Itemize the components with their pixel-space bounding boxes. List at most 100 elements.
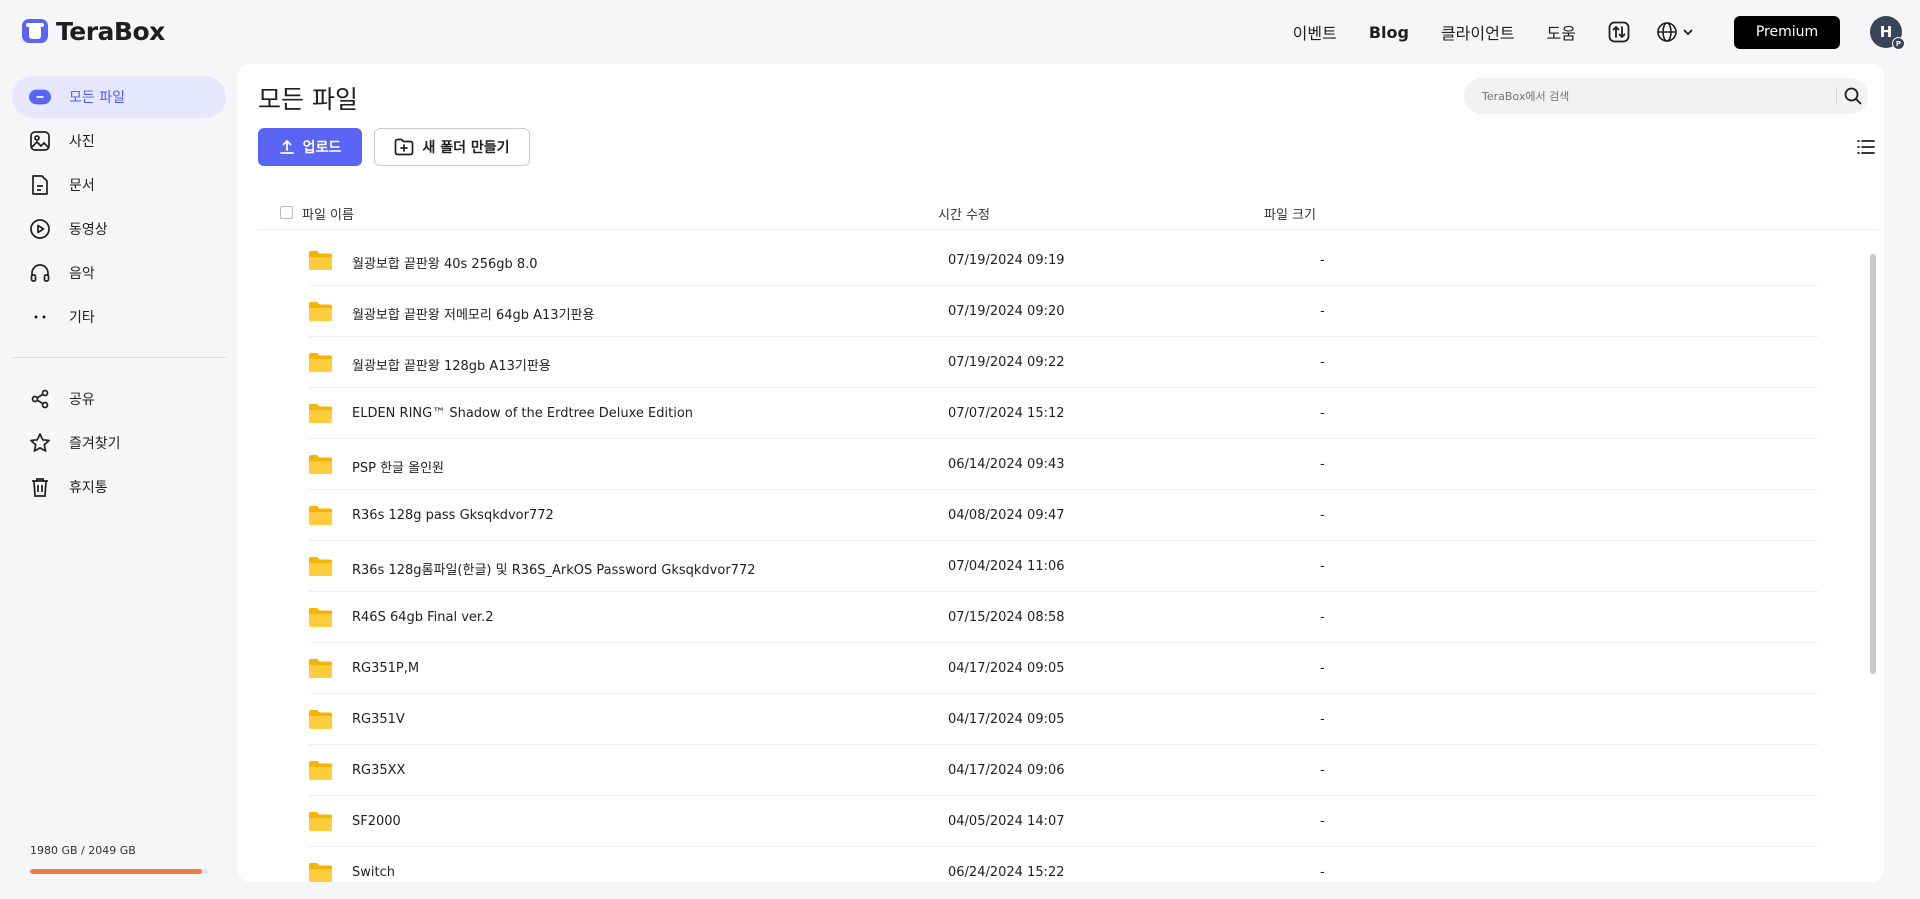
file-row[interactable]: SF2000 04/05/2024 14:07 - [308,796,1818,847]
star-icon [29,432,51,454]
nav-help[interactable]: 도움 [1547,20,1576,44]
trash-icon [29,476,51,498]
storage-quota-bar [30,869,208,874]
file-name[interactable]: ELDEN RING™ Shadow of the Erdtree Deluxe… [352,406,693,421]
sidebar-item-photos[interactable]: 사진 [12,120,226,162]
upload-icon [279,140,294,154]
file-name[interactable]: 월광보합 끝판왕 40s 256gb 8.0 [352,253,538,272]
list-view-icon[interactable] [1856,137,1876,157]
language-globe-icon[interactable] [1656,21,1694,43]
file-size: - [1320,610,1325,625]
search-icon[interactable] [1844,87,1862,105]
premium-button[interactable]: Premium [1734,15,1840,49]
file-row[interactable]: 월광보합 끝판왕 128gb A13기판용 07/19/2024 09:22 - [308,337,1818,388]
file-modified-time: 07/19/2024 09:20 [948,304,1065,319]
sidebar-item-label: 사진 [69,134,95,150]
file-name[interactable]: RG35XX [352,763,405,778]
file-modified-time: 07/19/2024 09:22 [948,355,1065,370]
all-files-icon [29,86,51,108]
main-panel: 모든 파일 업로드 새 폴더 만들기 파일 이름 시간 수정 파일 크기 월광보… [238,64,1884,882]
sidebar-item-label: 기타 [69,310,95,326]
file-name[interactable]: R36s 128g롬파일(한글) 및 R36S_ArkOS Password G… [352,559,756,578]
page-title: 모든 파일 [258,85,358,114]
file-name[interactable]: R46S 64gb Final ver.2 [352,610,493,625]
nav-event[interactable]: 이벤트 [1293,20,1337,44]
file-size: - [1320,814,1325,829]
file-row[interactable]: 월광보합 끝판왕 저메모리 64gb A13기판용 07/19/2024 09:2… [308,286,1818,337]
upload-label: 업로드 [302,140,342,156]
file-size: - [1320,712,1325,727]
file-name[interactable]: RG351V [352,712,405,727]
file-name[interactable]: PSP 한글 올인원 [352,457,444,476]
file-size: - [1320,763,1325,778]
terabox-logo-icon [22,19,48,43]
file-size: - [1320,406,1325,421]
storage-quota-fill [30,869,202,874]
sidebar-item-share[interactable]: 공유 [12,378,226,420]
nav-client[interactable]: 클라이언트 [1441,20,1515,44]
search-box[interactable] [1464,78,1868,114]
folder-icon [309,659,332,678]
file-modified-time: 06/24/2024 15:22 [948,865,1065,880]
file-row[interactable]: R36s 128g롬파일(한글) 및 R36S_ArkOS Password G… [308,541,1818,592]
file-size: - [1320,253,1325,268]
sidebar-item-documents[interactable]: 문서 [12,164,226,206]
chevron-down-icon [1683,29,1693,36]
file-modified-time: 07/15/2024 08:58 [948,610,1065,625]
file-row[interactable]: RG35XX 04/17/2024 09:06 - [308,745,1818,796]
sidebar-item-music[interactable]: 음악 [12,252,226,294]
file-row[interactable]: Switch 06/24/2024 15:22 - [308,847,1818,882]
search-input[interactable] [1482,78,1822,114]
folder-icon [309,608,332,627]
sidebar-item-other[interactable]: 기타 [12,296,226,338]
sidebar-item-trash[interactable]: 휴지통 [12,466,226,508]
file-row[interactable]: R46S 64gb Final ver.2 07/15/2024 08:58 - [308,592,1818,643]
file-modified-time: 06/14/2024 09:43 [948,457,1065,472]
column-header-name[interactable]: 파일 이름 [302,204,354,223]
new-folder-button[interactable]: 새 폴더 만들기 [374,128,530,166]
video-play-icon [29,218,51,240]
sidebar-item-favorites[interactable]: 즐겨찾기 [12,422,226,464]
file-row[interactable]: R36s 128g pass Gksqkdvor772 04/08/2024 09… [308,490,1818,541]
scrollbar[interactable] [1870,254,1876,874]
file-modified-time: 07/19/2024 09:19 [948,253,1065,268]
nav-blog[interactable]: Blog [1369,23,1409,42]
sidebar-item-label: 모든 파일 [69,90,125,106]
file-name[interactable]: R36s 128g pass Gksqkdvor772 [352,508,554,523]
folder-icon [309,812,332,831]
file-name[interactable]: SF2000 [352,814,401,829]
sidebar-item-label: 동영상 [69,222,108,238]
file-modified-time: 04/17/2024 09:05 [948,661,1065,676]
column-header-modified[interactable]: 시간 수정 [938,204,990,223]
file-row[interactable]: 월광보합 끝판왕 40s 256gb 8.0 07/19/2024 09:19 - [308,235,1818,286]
file-row[interactable]: PSP 한글 올인원 06/14/2024 09:43 - [308,439,1818,490]
file-size: - [1320,865,1325,880]
file-name[interactable]: 월광보합 끝판왕 128gb A13기판용 [352,355,551,374]
sidebar-item-label: 문서 [69,178,95,194]
file-size: - [1320,457,1325,472]
terabox-logo[interactable]: TeraBox [20,16,165,46]
file-row[interactable]: RG351P,M 04/17/2024 09:05 - [308,643,1818,694]
sidebar-divider [12,357,226,358]
folder-icon [309,404,332,423]
file-name[interactable]: 월광보합 끝판왕 저메모리 64gb A13기판용 [352,304,594,323]
file-modified-time: 04/17/2024 09:06 [948,763,1065,778]
scrollbar-thumb[interactable] [1870,254,1876,674]
brand-name: TeraBox [56,16,165,46]
sidebar-item-videos[interactable]: 동영상 [12,208,226,250]
photo-icon [29,130,51,152]
upload-button[interactable]: 업로드 [258,128,362,166]
column-header-size[interactable]: 파일 크기 [1264,204,1316,223]
storage-quota-text: 1980 GB / 2049 GB [30,844,136,857]
file-row[interactable]: ELDEN RING™ Shadow of the Erdtree Deluxe… [308,388,1818,439]
new-folder-label: 새 폴더 만들기 [422,140,510,156]
sidebar-item-all-files[interactable]: 모든 파일 [12,76,226,118]
file-name[interactable]: RG351P,M [352,661,419,676]
folder-icon [309,353,332,372]
transfer-icon[interactable] [1608,21,1630,43]
select-all-checkbox[interactable] [280,206,293,219]
file-row[interactable]: RG351V 04/17/2024 09:05 - [308,694,1818,745]
folder-icon [309,302,332,321]
file-name[interactable]: Switch [352,865,395,880]
avatar[interactable]: H P [1870,16,1905,50]
